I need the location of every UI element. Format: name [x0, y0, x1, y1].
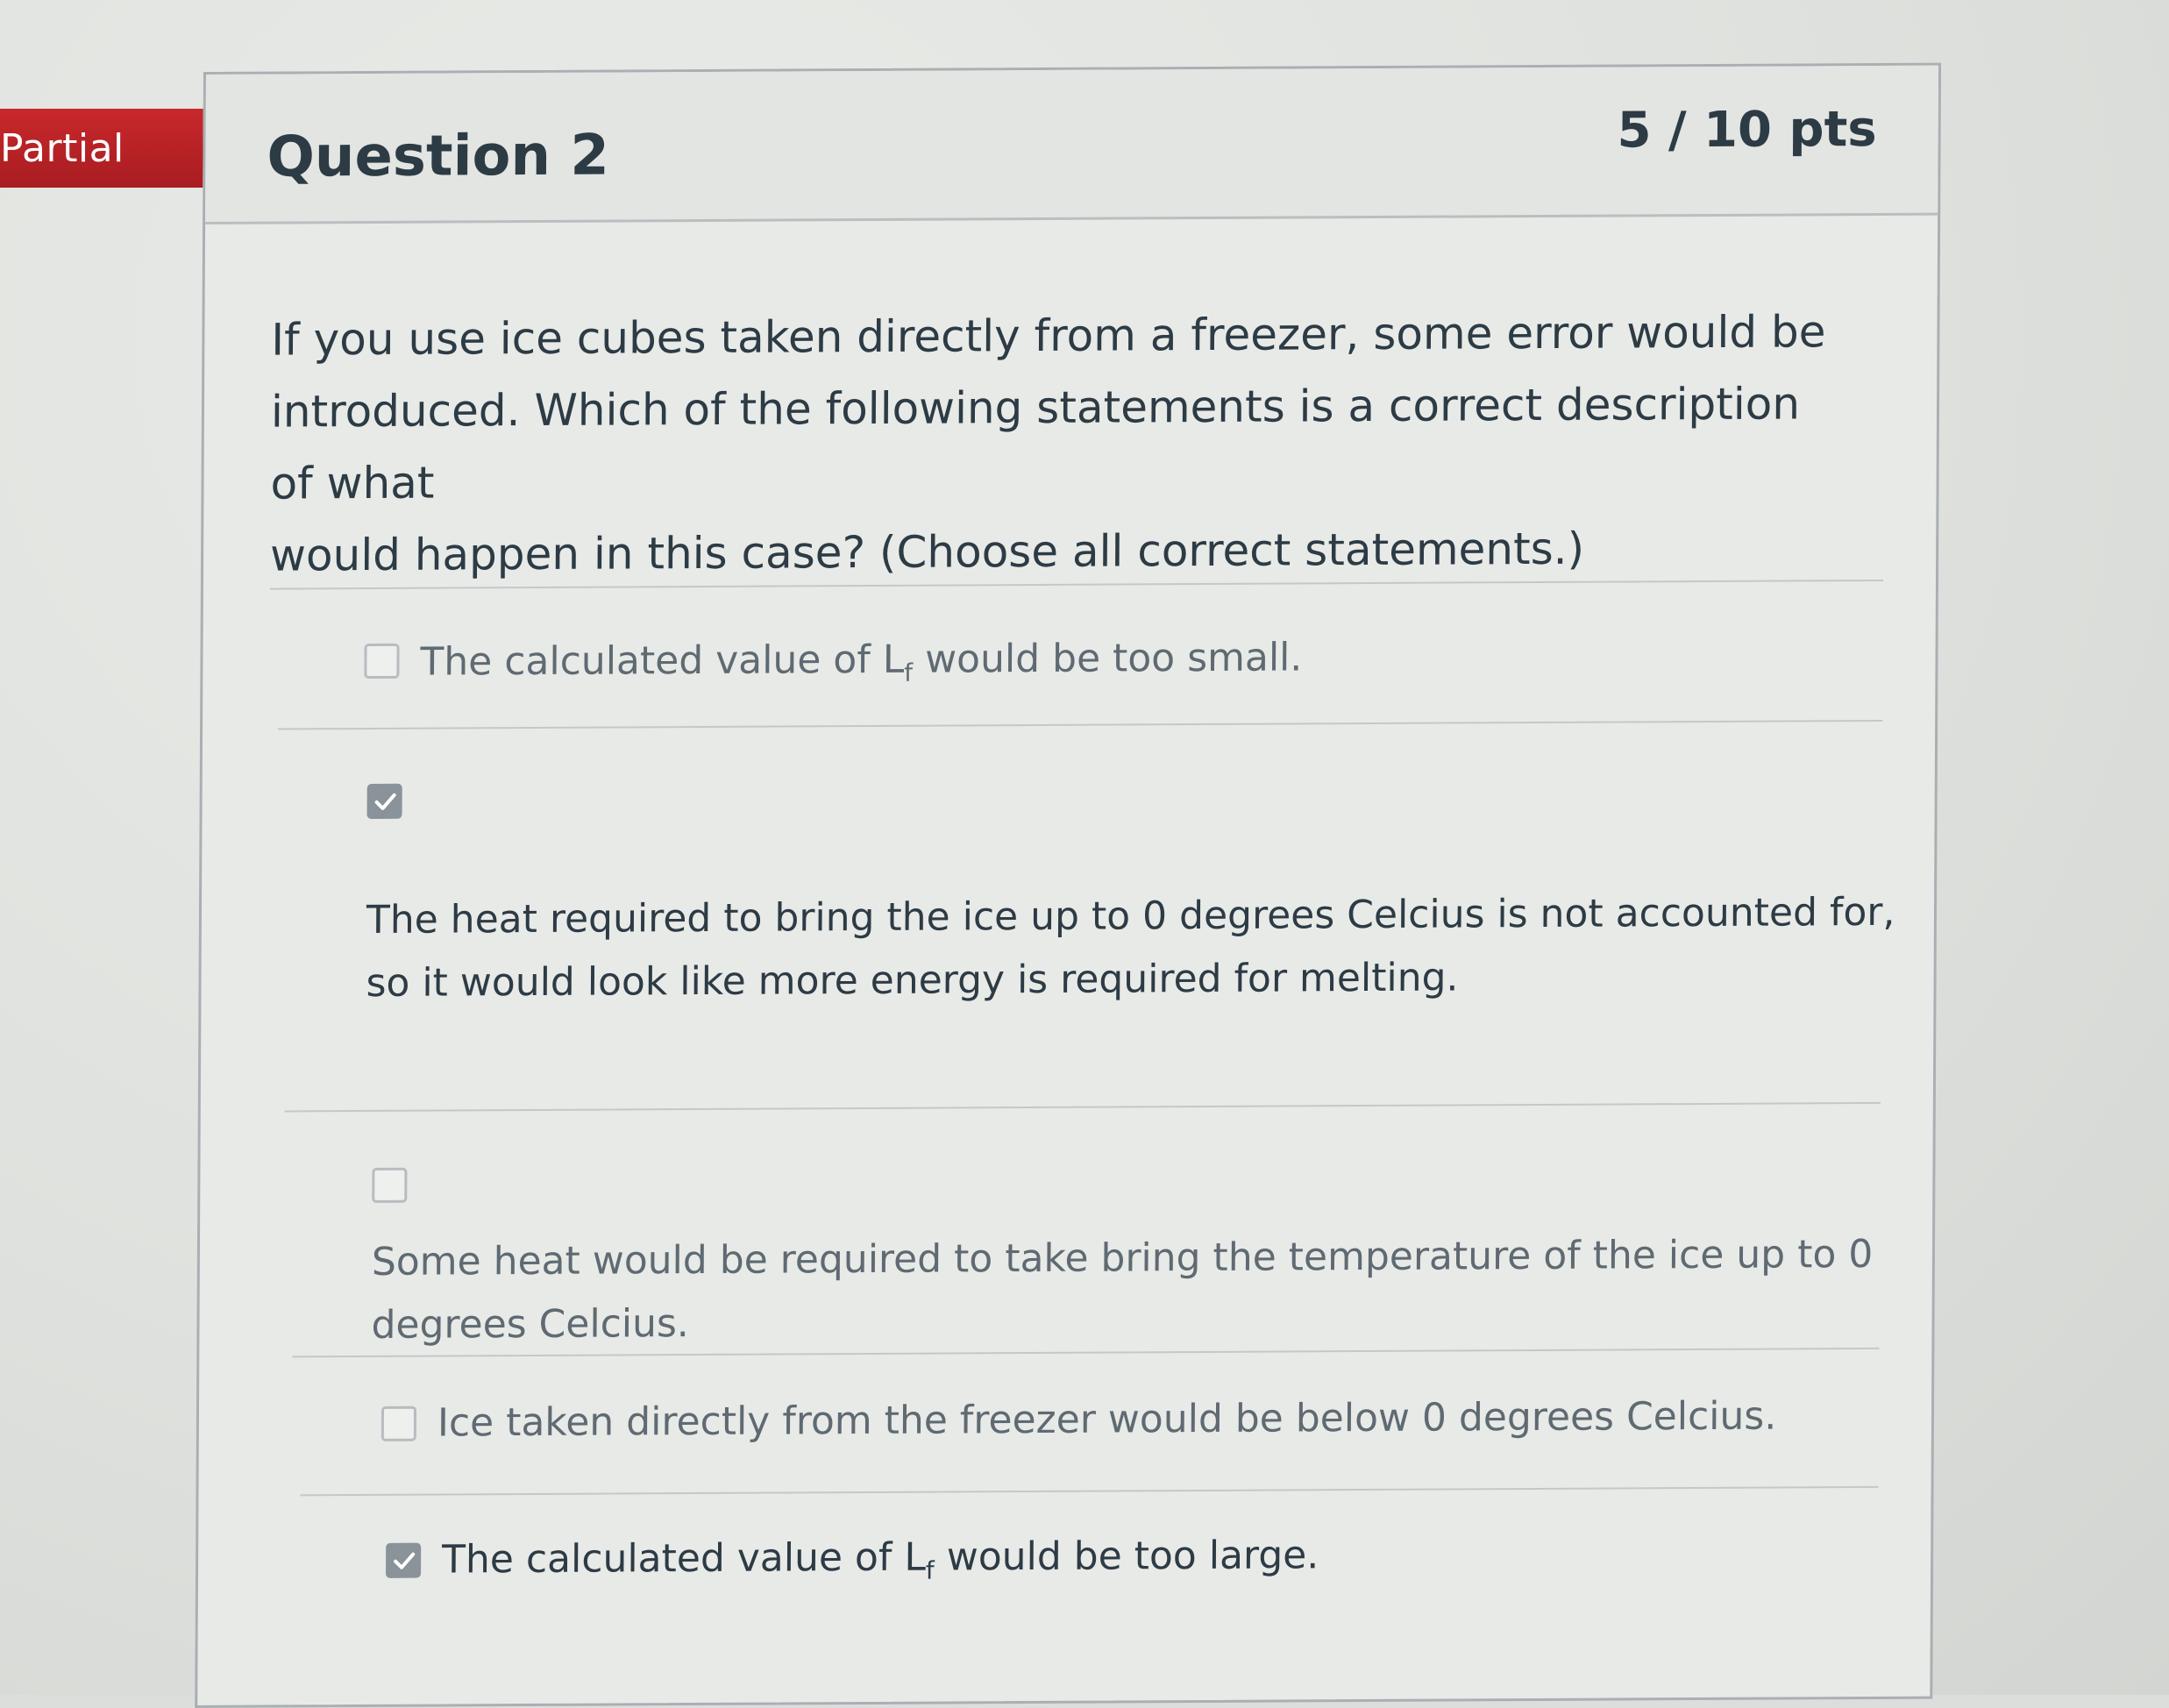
- question-text-line: introduced. Which of the following state…: [270, 378, 1801, 509]
- answer-label: Some heat would be required to take brin…: [371, 1223, 1873, 1357]
- answer-label: The heat required to bring the ice up to…: [366, 881, 1895, 1015]
- question-title: Question 2: [267, 123, 610, 190]
- divider: [284, 1101, 1881, 1113]
- question-points: 5 / 10 pts: [1617, 101, 1877, 160]
- question-text: If you use ice cubes taken directly from…: [270, 295, 1850, 591]
- answer-text-line: The heat required to bring the ice up to…: [366, 889, 1895, 943]
- answer-text-line: Some heat would be required to take brin…: [371, 1231, 1874, 1285]
- checkmark-icon: [394, 1552, 416, 1569]
- answer-text-part: The calculated value of L: [441, 1534, 927, 1583]
- checkmark-icon: [374, 793, 396, 810]
- answer-checkbox[interactable]: [366, 783, 402, 819]
- question-card: Question 2 5 / 10 pts If you use ice cub…: [195, 62, 1942, 1708]
- answer-checkbox[interactable]: [386, 1542, 422, 1578]
- answer-text-line: degrees Celcius.: [371, 1301, 690, 1348]
- answer-text-part: would be too large.: [934, 1533, 1319, 1580]
- answer-text-part: The calculated value of L: [420, 637, 905, 685]
- divider: [300, 1485, 1879, 1497]
- answer-checkbox[interactable]: [364, 643, 400, 680]
- answer-checkbox[interactable]: [372, 1167, 408, 1203]
- answer-checkbox[interactable]: [380, 1406, 417, 1441]
- answer-label: The calculated value of Lf would be too …: [420, 626, 1302, 707]
- answer-text-line: so it would look like more energy is req…: [366, 955, 1459, 1006]
- answer-label: Ice taken directly from the freezer woul…: [437, 1393, 1777, 1446]
- answer-subscript: f: [904, 658, 914, 687]
- answer-text-part: would be too small.: [913, 635, 1303, 682]
- question-text-line: If you use ice cubes taken directly from…: [271, 306, 1826, 366]
- question-text-line: would happen in this case? (Choose all c…: [269, 523, 1585, 581]
- answer-subscript: f: [925, 1555, 935, 1585]
- question-header: Question 2 5 / 10 pts: [205, 65, 1939, 224]
- answer-label: The calculated value of Lf would be too …: [442, 1524, 1319, 1605]
- divider: [278, 719, 1883, 730]
- grade-status-label: Partial: [0, 126, 124, 171]
